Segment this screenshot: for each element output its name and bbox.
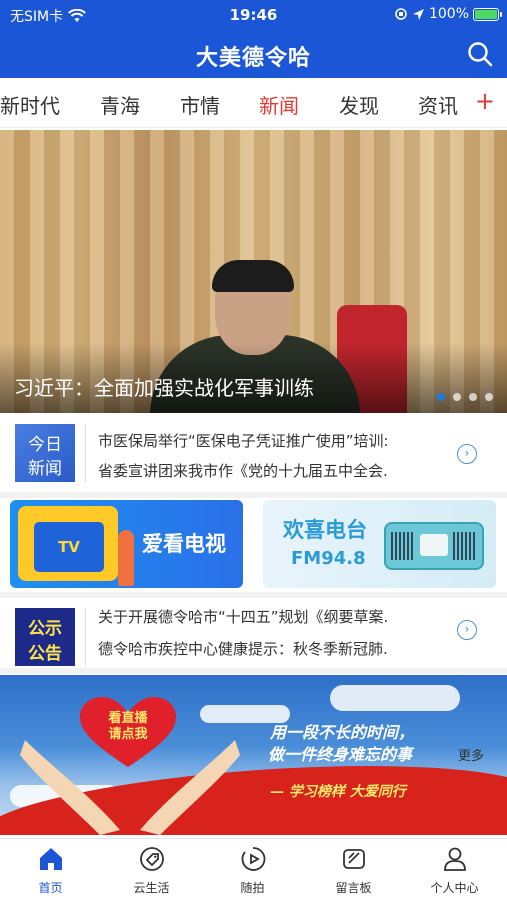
chevron-right-icon[interactable]: › (457, 620, 477, 640)
chevron-right-icon[interactable]: › (457, 444, 477, 464)
video-icon (241, 847, 265, 871)
carousel-dot[interactable] (453, 393, 461, 401)
nav-cloud-life-label: 云生活 (133, 881, 170, 895)
nav-snap-label: 随拍 (240, 881, 265, 895)
slogan-line3: — 学习榜样 大爱同行 (270, 784, 406, 800)
today-news-item[interactable]: 市医保局举行“医保电子凭证推广使用”培训: (98, 430, 436, 451)
tag-icon (139, 847, 164, 871)
home-icon (39, 848, 62, 870)
tab-news[interactable]: 新闻 (259, 90, 299, 119)
carousel-dots (437, 393, 493, 401)
tab-qinghai[interactable]: 青海 (100, 90, 140, 119)
live-heart-text[interactable]: 看直播 请点我 (78, 711, 178, 743)
speaker-grille (391, 532, 415, 560)
notice-logo-line1: 公示 (28, 619, 62, 639)
live-heart-line2: 请点我 (108, 727, 148, 742)
status-bar: 无SIM卡 19:46 100% (0, 0, 507, 30)
nav-snap[interactable]: 随拍 (202, 845, 303, 899)
radio-icon (384, 522, 484, 570)
carousel-dot[interactable] (437, 393, 445, 401)
section-gap (0, 668, 507, 674)
tv-banner-label: 爱看电视 (142, 532, 226, 556)
bottom-nav: 首页 云生活 随拍 留言板 个人中心 (0, 838, 507, 900)
radio-dial (420, 534, 448, 556)
orientation-lock-icon (395, 8, 407, 20)
divider (85, 608, 86, 666)
notice-block[interactable]: 公示 公告 关于开展德令哈市“十四五”规划《纲要草案. 德令哈市疾控中心健康提示… (0, 598, 507, 678)
hero-carousel[interactable]: 习近平：全面加强实战化军事训练 (0, 130, 507, 413)
live-stream-banner[interactable]: 看直播 请点我 用一段不长的时间， 做一件终身难忘的事 更多 — 学习榜样 大爱… (0, 675, 507, 835)
radio-banner[interactable]: 欢喜电台 FM94.8 (263, 500, 496, 588)
cloud (330, 685, 460, 711)
carousel-dot[interactable] (469, 393, 477, 401)
nav-cloud-life[interactable]: 云生活 (101, 845, 202, 899)
channel-tabs: 新时代 青海 市情 新闻 发现 资讯 + (0, 78, 507, 128)
today-news-block[interactable]: 今日 新闻 市医保局举行“医保电子凭证推广使用”培训: 省委宣讲团来我市作《党的… (0, 414, 507, 494)
section-gap (0, 492, 507, 498)
tab-shiqing[interactable]: 市情 (180, 90, 220, 119)
radio-banner-title: 欢喜电台 (283, 518, 367, 542)
app-header: 大美德令哈 (0, 30, 507, 78)
carousel-dot[interactable] (485, 393, 493, 401)
notice-logo-line2: 公告 (28, 644, 62, 664)
battery-icon (473, 7, 502, 21)
radio-banner-frequency: FM94.8 (291, 548, 366, 569)
today-news-logo: 今日 新闻 (15, 424, 75, 482)
today-news-logo-line2: 新闻 (28, 459, 62, 479)
today-news-logo-line1: 今日 (28, 435, 62, 455)
live-heart-line1: 看直播 (108, 711, 148, 726)
notice-item[interactable]: 关于开展德令哈市“十四五”规划《纲要草案. (98, 606, 436, 627)
tab-xinshidai[interactable]: 新时代 (0, 90, 60, 119)
app-title: 大美德令哈 (195, 46, 311, 71)
tab-info[interactable]: 资讯 (418, 90, 458, 119)
person-icon (443, 847, 466, 871)
location-icon (412, 8, 424, 20)
battery-percent: 100% (428, 6, 469, 22)
tv-banner[interactable]: TV 爱看电视 (10, 500, 243, 588)
tv-screen-label: TV (34, 522, 104, 572)
hero-figure-hair (212, 260, 294, 292)
search-icon[interactable] (467, 41, 493, 67)
tv-icon: TV (18, 506, 118, 581)
slogan-line2: 做一件终身难忘的事 (268, 745, 413, 764)
nav-home-label: 首页 (38, 881, 63, 895)
hero-caption[interactable]: 习近平：全面加强实战化军事训练 (14, 372, 314, 401)
today-news-item[interactable]: 省委宣讲团来我市作《党的十九届五中全会. (98, 460, 436, 481)
more-link[interactable]: 更多 (458, 745, 484, 764)
nav-profile-label: 个人中心 (430, 881, 479, 895)
speaker-grille (453, 532, 477, 560)
nav-home[interactable]: 首页 (0, 845, 101, 899)
add-channel-button[interactable]: + (475, 87, 495, 115)
message-board-icon (342, 849, 365, 869)
status-right: 100% (394, 6, 502, 22)
nav-message-board[interactable]: 留言板 (303, 845, 404, 899)
notice-item[interactable]: 德令哈市疾控中心健康提示：秋冬季新冠肺. (98, 638, 436, 659)
slogan-line1: 用一段不长的时间， (270, 723, 415, 742)
nav-profile[interactable]: 个人中心 (404, 845, 505, 899)
person-illustration (118, 530, 134, 586)
nav-message-board-label: 留言板 (335, 881, 372, 895)
notice-logo: 公示 公告 (15, 608, 75, 666)
divider (85, 424, 86, 482)
tab-discover[interactable]: 发现 (339, 90, 379, 119)
